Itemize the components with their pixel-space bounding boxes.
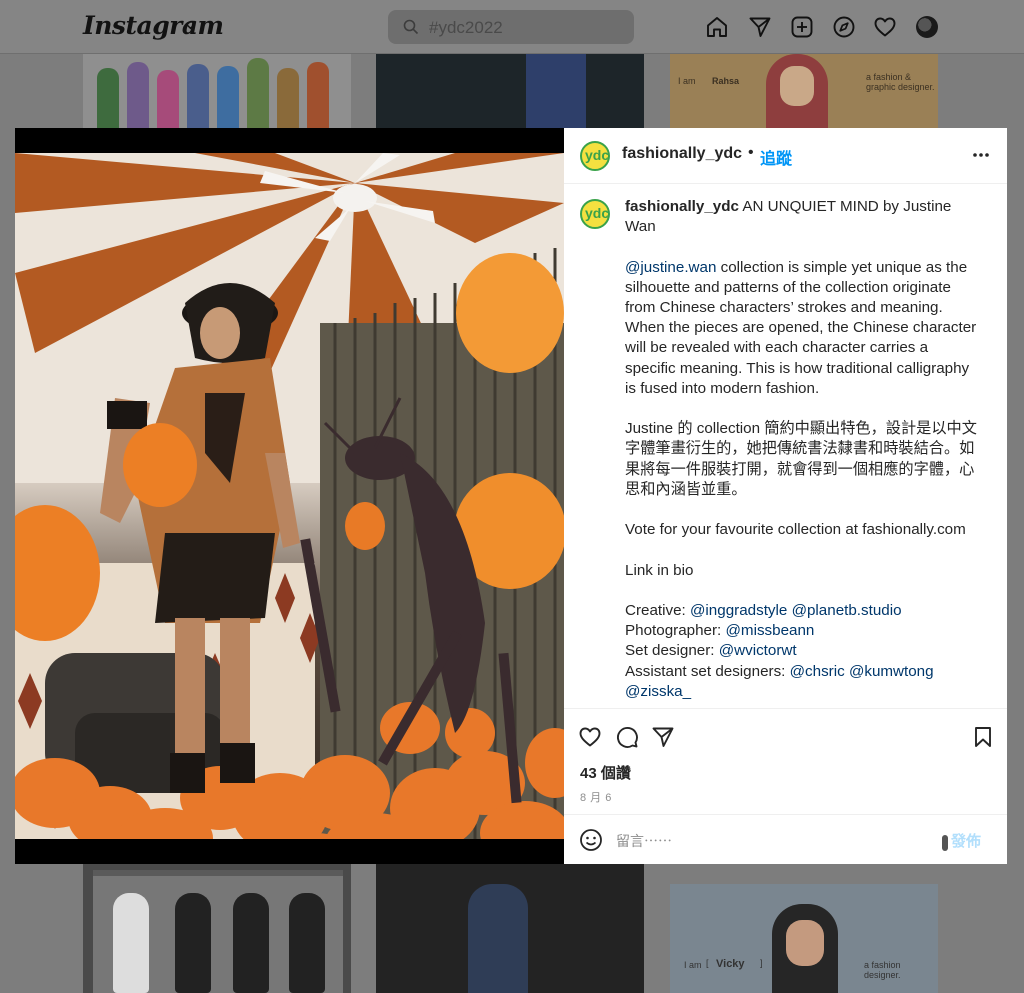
save-bookmark-icon[interactable]	[971, 725, 995, 749]
grid-post-thumbnail[interactable]	[83, 864, 351, 993]
tile-caption: ]	[760, 958, 763, 968]
screen-window	[93, 870, 343, 993]
like-count[interactable]: 43 個讚	[580, 762, 631, 783]
tile-caption: graphic designer.	[866, 82, 935, 92]
mention-link[interactable]: @zisska_	[625, 683, 691, 700]
caption-title-paragraph: fashionally_ydc AN UNQUIET MIND by Justi…	[625, 197, 981, 237]
garment-shape	[157, 70, 179, 128]
figure-shape	[113, 893, 149, 993]
avatar-logo-glyph: ydc	[585, 205, 610, 221]
garment-shape	[127, 62, 149, 128]
comment-icon[interactable]	[615, 725, 639, 749]
mention-link[interactable]: @planetb.studio	[792, 602, 902, 619]
post-actions: 43 個讚 8 月 6	[564, 708, 1007, 814]
search-input[interactable]: #ydc2022	[429, 18, 503, 38]
mention-link[interactable]: @inggradstyle	[690, 602, 787, 619]
grid-post-thumbnail[interactable]: I am Rahsa a fashion & graphic designer.	[670, 54, 938, 128]
credits-line: Assistant set designers: @chsric @kumwto…	[625, 662, 981, 702]
tile-caption: I am	[678, 76, 696, 86]
instagram-logo[interactable]: Instagram	[83, 11, 224, 40]
tile-caption: a fashion &	[866, 72, 912, 82]
figure-shape	[233, 893, 269, 993]
credit-label: Set designer:	[625, 642, 715, 660]
caption-text: fashionally_ydc AN UNQUIET MIND by Justi…	[625, 197, 981, 702]
caption-paragraph: @justine.wan collection is simple yet un…	[625, 258, 981, 399]
credits-line: Photographer: @missbeann	[625, 621, 981, 641]
face-shape	[786, 920, 824, 966]
direct-message-icon[interactable]	[748, 15, 772, 39]
mention-link[interactable]: @kumwtong	[849, 663, 934, 680]
post-modal: ydc fashionally_ydc • 追蹤 ydc fashionally…	[15, 128, 1007, 864]
mention-link[interactable]: @wvictorwt	[719, 642, 797, 659]
more-options-icon[interactable]	[972, 152, 990, 158]
balloon	[345, 502, 385, 550]
new-post-icon[interactable]	[790, 15, 814, 39]
garment-shape	[307, 62, 329, 128]
garment-shape	[277, 68, 299, 128]
activity-heart-icon[interactable]	[873, 15, 897, 39]
grid-post-thumbnail[interactable]	[376, 864, 644, 993]
mention-link[interactable]: @justine.wan	[625, 259, 716, 276]
garment-shape	[247, 58, 269, 128]
explore-icon[interactable]	[832, 15, 856, 39]
credit-label: Assistant set designers:	[625, 662, 786, 680]
caption-author-username[interactable]: fashionally_ydc	[625, 198, 739, 215]
balloon	[456, 253, 564, 373]
search-box[interactable]: #ydc2022	[388, 10, 634, 44]
comment-input[interactable]	[616, 830, 936, 852]
mention-link[interactable]: @missbeann	[726, 622, 815, 639]
add-comment-bar: 發佈	[564, 814, 1007, 864]
credit-label: Creative:	[625, 601, 686, 619]
post-header: ydc fashionally_ydc • 追蹤	[564, 128, 1007, 184]
caption-paragraph: Justine 的 collection 簡約中顯出特色，設計是以中文字體筆畫衍…	[625, 420, 977, 498]
face-shape	[780, 66, 814, 106]
mention-link[interactable]: @chsric	[790, 663, 845, 680]
search-icon	[403, 19, 419, 35]
account-avatar[interactable]: ydc	[580, 141, 610, 171]
garment-shape	[217, 66, 239, 128]
home-icon[interactable]	[705, 15, 729, 39]
grid-post-thumbnail[interactable]	[376, 54, 644, 128]
top-navigation-bar: Instagram #ydc2022	[0, 0, 1024, 54]
grid-post-thumbnail[interactable]: I am [ Vicky ] a fashion designer.	[670, 884, 938, 993]
mouse-cursor	[942, 835, 948, 851]
tile-caption: [	[706, 958, 709, 968]
chevron-down-icon[interactable]	[186, 22, 195, 31]
separator-dot: •	[748, 144, 754, 161]
balloon	[123, 423, 197, 507]
tile-caption: a fashion designer.	[864, 960, 901, 980]
caption-scroll-area[interactable]: ydc fashionally_ydc AN UNQUIET MIND by J…	[564, 185, 1007, 708]
share-icon[interactable]	[651, 725, 675, 749]
figure-shape	[468, 884, 528, 993]
caption-paragraph: Link in bio	[625, 561, 694, 579]
caption-body: collection is simple yet unique as the s…	[625, 258, 977, 397]
post-photo-illustration	[15, 153, 564, 839]
garment-shape	[187, 64, 209, 128]
tile-caption: Rahsa	[712, 76, 740, 86]
post-image[interactable]	[15, 153, 564, 839]
figure-shape	[175, 893, 211, 993]
post-comment-button[interactable]: 發佈	[951, 830, 981, 851]
credits-line: Creative: @inggradstyle @planetb.studio	[625, 601, 981, 621]
avatar-logo-glyph: ydc	[585, 147, 610, 163]
post-details-panel: ydc fashionally_ydc • 追蹤 ydc fashionally…	[564, 128, 1007, 864]
emoji-icon[interactable]	[579, 828, 603, 852]
post-date[interactable]: 8 月 6	[580, 789, 612, 805]
figure-shape	[526, 54, 586, 128]
credits-line: Set designer: @wvictorwt	[625, 641, 981, 661]
follow-button[interactable]: 追蹤	[760, 145, 792, 169]
garment-shape	[97, 68, 119, 128]
like-heart-icon[interactable]	[578, 725, 602, 749]
tile-caption: Vicky	[716, 958, 745, 970]
caption-author-avatar[interactable]: ydc	[580, 199, 610, 229]
caption-paragraph: Vote for your favourite collection at fa…	[625, 521, 966, 539]
grid-post-thumbnail[interactable]	[83, 54, 351, 128]
post-author-username[interactable]: fashionally_ydc	[622, 145, 742, 163]
tile-caption: I am	[684, 960, 702, 970]
profile-avatar[interactable]	[916, 16, 938, 38]
credit-label: Photographer:	[625, 622, 722, 640]
figure-shape	[289, 893, 325, 993]
